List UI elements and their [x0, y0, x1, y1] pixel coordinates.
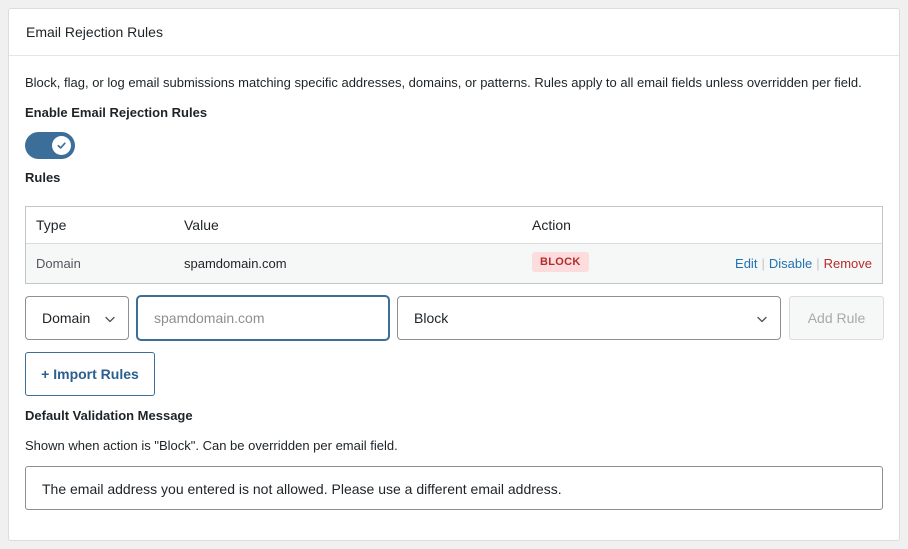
row-actions: Edit | Disable | Remove	[735, 256, 872, 271]
default-message-help: Shown when action is "Block". Can be ove…	[25, 438, 398, 453]
rule-value: spamdomain.com	[184, 256, 287, 271]
rule-value-input[interactable]: spamdomain.com	[137, 296, 389, 340]
edit-link[interactable]: Edit	[735, 256, 757, 271]
remove-link[interactable]: Remove	[824, 256, 872, 271]
rules-table: Type Value Action Domain spamdomain.com …	[25, 206, 883, 284]
panel-description: Block, flag, or log email submissions ma…	[25, 75, 862, 90]
default-message-label: Default Validation Message	[25, 408, 193, 423]
email-rejection-panel: Email Rejection Rules Block, flag, or lo…	[8, 8, 900, 541]
default-message-input[interactable]: The email address you entered is not all…	[25, 466, 883, 510]
disable-link[interactable]: Disable	[769, 256, 812, 271]
enable-label: Enable Email Rejection Rules	[25, 105, 208, 120]
table-row: Domain spamdomain.com BLOCK Edit | Disable…	[26, 244, 882, 283]
column-header-value: Value	[184, 217, 219, 233]
column-header-type: Type	[36, 217, 67, 233]
chevron-down-icon	[105, 316, 115, 323]
rule-action-select[interactable]: Block	[397, 296, 781, 340]
rule-type-select[interactable]: Domain	[25, 296, 129, 340]
chevron-down-icon	[757, 316, 767, 323]
table-header: Type Value Action	[26, 207, 882, 244]
rule-type-selected: Domain	[42, 310, 91, 326]
separator: |	[761, 256, 765, 271]
panel-title: Email Rejection Rules	[9, 9, 899, 56]
import-rules-button[interactable]: + Import Rules	[25, 352, 155, 396]
toggle-knob	[52, 136, 71, 155]
check-icon	[57, 142, 66, 149]
rules-label: Rules	[25, 170, 61, 185]
action-badge: BLOCK	[532, 252, 589, 272]
enable-toggle[interactable]	[25, 132, 75, 159]
column-header-action: Action	[532, 217, 571, 233]
add-rule-button[interactable]: Add Rule	[789, 296, 884, 340]
rule-type: Domain	[36, 256, 81, 271]
rule-action-selected: Block	[414, 310, 449, 326]
separator: |	[816, 256, 820, 271]
